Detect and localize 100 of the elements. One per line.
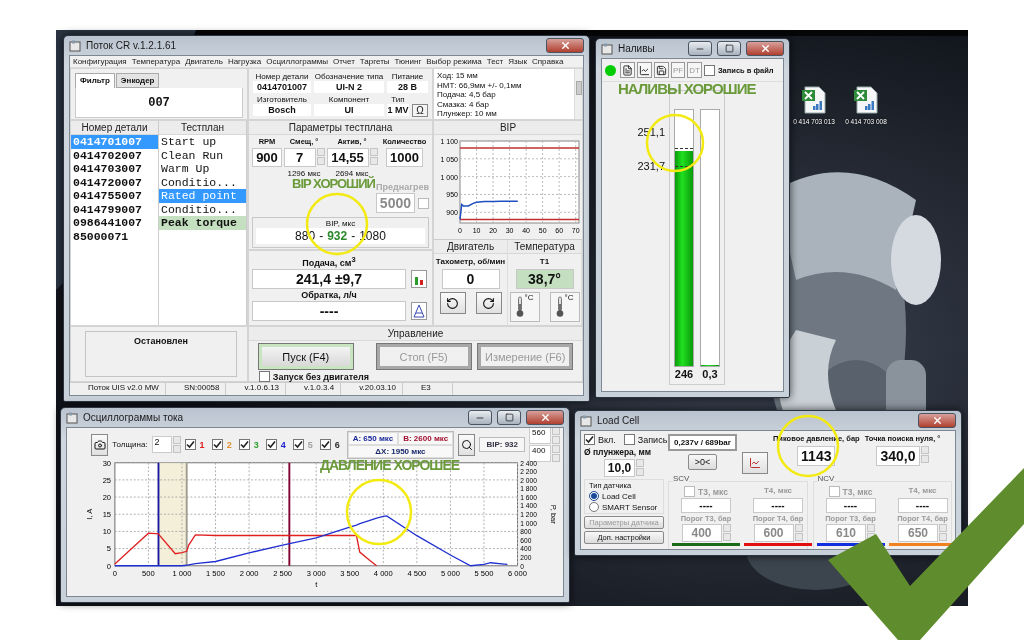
- menu-item[interactable]: Осциллограммы: [266, 57, 328, 66]
- preheat-label: Преднагрев: [376, 182, 429, 192]
- zero-point-field[interactable]: 340,0: [876, 446, 920, 466]
- channel-number: 4: [280, 439, 286, 450]
- field-value: UI: [314, 104, 384, 116]
- tick-label: 6 000: [508, 569, 527, 579]
- panel-title: Управление: [249, 327, 582, 341]
- spec-line: Смазка: 4 бар: [437, 99, 490, 109]
- tick-label: 500: [142, 569, 155, 579]
- param-field[interactable]: 14,55: [326, 148, 369, 167]
- enable-checkbox[interactable]: Вкл.: [584, 434, 616, 445]
- unit-label: °C: [524, 293, 534, 302]
- t4-field: ----: [897, 498, 948, 513]
- channel-number: 3: [253, 439, 259, 450]
- thermometer-button[interactable]: °C: [549, 292, 580, 322]
- part-item[interactable]: 0414703007: [71, 162, 158, 176]
- channel-number: 1: [199, 439, 205, 450]
- zero-button[interactable]: >0<: [687, 454, 718, 470]
- temperature-field: 38,7°: [515, 269, 574, 289]
- return-field: ----: [252, 301, 406, 321]
- column-header: Тестплан: [159, 121, 246, 135]
- tick-label: 0: [112, 569, 117, 579]
- testplan-item[interactable]: Clean Run: [159, 148, 246, 162]
- menu-item[interactable]: Язык: [508, 57, 527, 66]
- menu-item[interactable]: Конфигурация: [73, 57, 127, 66]
- temperature-label: T1: [539, 257, 550, 266]
- field-label: Компонент: [328, 95, 370, 104]
- part-item[interactable]: 0414702007: [71, 148, 158, 162]
- tick-label: 5 500: [474, 569, 494, 579]
- thickness-field[interactable]: 2: [151, 436, 172, 453]
- record-checkbox[interactable]: Запись: [623, 434, 668, 445]
- t4-label: T4, мкс: [763, 486, 792, 497]
- menu-item[interactable]: Температура: [131, 57, 181, 66]
- field-label: Изготовитель: [257, 95, 307, 104]
- menu-item[interactable]: Тест: [486, 57, 504, 66]
- panel-title: Двигатель: [434, 240, 507, 254]
- sensor-radio[interactable]: Load Cell: [589, 491, 659, 501]
- menu-item[interactable]: Справка: [532, 57, 564, 66]
- testplan-item[interactable]: Start up: [159, 135, 246, 149]
- column-header: Номер детали: [71, 121, 158, 135]
- tick-label: 25: [102, 475, 112, 485]
- omega-button[interactable]: Ω: [412, 104, 428, 117]
- range-field[interactable]: 560: [529, 428, 551, 444]
- tick-label: 1 500: [206, 569, 225, 579]
- panel-title: Параметры тестплана: [249, 121, 432, 135]
- status-bar-item: v.1.0.6.13: [226, 383, 287, 395]
- part-item[interactable]: 85000071: [71, 229, 158, 243]
- t4-label: T4, мкс: [908, 486, 937, 497]
- part-item[interactable]: 0414720007: [71, 175, 158, 189]
- tab[interactable]: Энкодер: [115, 73, 160, 88]
- part-item[interactable]: 0986441007: [71, 216, 158, 230]
- menu-item[interactable]: Нагрузка: [227, 57, 262, 66]
- field-label: Обозначение типа: [314, 72, 384, 81]
- menu-item[interactable]: Таргеты: [359, 57, 390, 66]
- status-bar-item: v.1.0.3.4: [286, 383, 342, 395]
- bip-value: 932: [327, 229, 348, 243]
- menu-item[interactable]: Выбор режима: [426, 57, 482, 66]
- tick-label: 5: [106, 544, 112, 554]
- spec-line: Ход: 15 мм: [437, 71, 479, 81]
- status-bar-item: SN:00058: [165, 383, 227, 395]
- diameter-label: Ø плунжера, мм: [584, 447, 652, 457]
- param-note: 2694 мкс: [335, 169, 369, 178]
- axis-title: t: [315, 580, 318, 590]
- tick-label: 4 500: [407, 569, 427, 579]
- cursor-b-text: B: 2600 мкс: [398, 431, 454, 445]
- feed-field: 241,4 ±9,7: [252, 269, 406, 289]
- threshold-field[interactable]: 600: [753, 524, 794, 542]
- status-bar-item: v.20.03.10: [341, 383, 403, 395]
- param-field[interactable]: 7: [283, 148, 316, 167]
- control-button[interactable]: Пуск (F4): [258, 344, 353, 369]
- param-field[interactable]: 1000: [386, 148, 423, 167]
- menu-item[interactable]: Тюнинг: [394, 57, 422, 66]
- separator: -: [351, 229, 356, 243]
- no-engine-checkbox[interactable]: Запуск без двигателя: [258, 371, 370, 382]
- axis-title: P, bar: [548, 504, 558, 524]
- annotation-text: BIP ХОРОШИЙ: [292, 176, 375, 191]
- range-field[interactable]: 400: [529, 445, 551, 462]
- part-item[interactable]: 0414799007: [71, 202, 158, 216]
- param-field[interactable]: 900: [252, 148, 282, 167]
- thermometer-button[interactable]: °C: [509, 292, 540, 322]
- testplan-item[interactable]: Conditio...: [159, 202, 246, 216]
- status-bar-item: Поток UIS v2.0 MW: [70, 383, 166, 395]
- axis-title: I, A: [85, 508, 95, 520]
- part-item[interactable]: 0414755007: [71, 189, 158, 203]
- field-value: 28 В: [387, 81, 428, 93]
- testplan-item[interactable]: Conditio...: [159, 175, 246, 189]
- tab[interactable]: Фильтр: [75, 73, 115, 88]
- tick-label: 2 000: [239, 569, 259, 579]
- sensor-radio[interactable]: SMART Sensor: [589, 502, 659, 512]
- window-title: Наливы: [618, 43, 656, 54]
- menu-item[interactable]: Отчет: [332, 57, 355, 66]
- window-title: Load Cell: [597, 415, 641, 426]
- window-title: Осциллограммы тока: [83, 412, 185, 423]
- diameter-field[interactable]: 10,0: [603, 459, 636, 477]
- bip-readout: BIP: 932: [479, 437, 525, 452]
- tick-label: 5 000: [440, 569, 460, 579]
- menu-item[interactable]: Двигатель: [185, 57, 223, 66]
- testplan-item[interactable]: Peak torque: [159, 216, 246, 230]
- t3-field: ----: [825, 498, 876, 513]
- testplan-item[interactable]: Warm Up: [159, 162, 246, 176]
